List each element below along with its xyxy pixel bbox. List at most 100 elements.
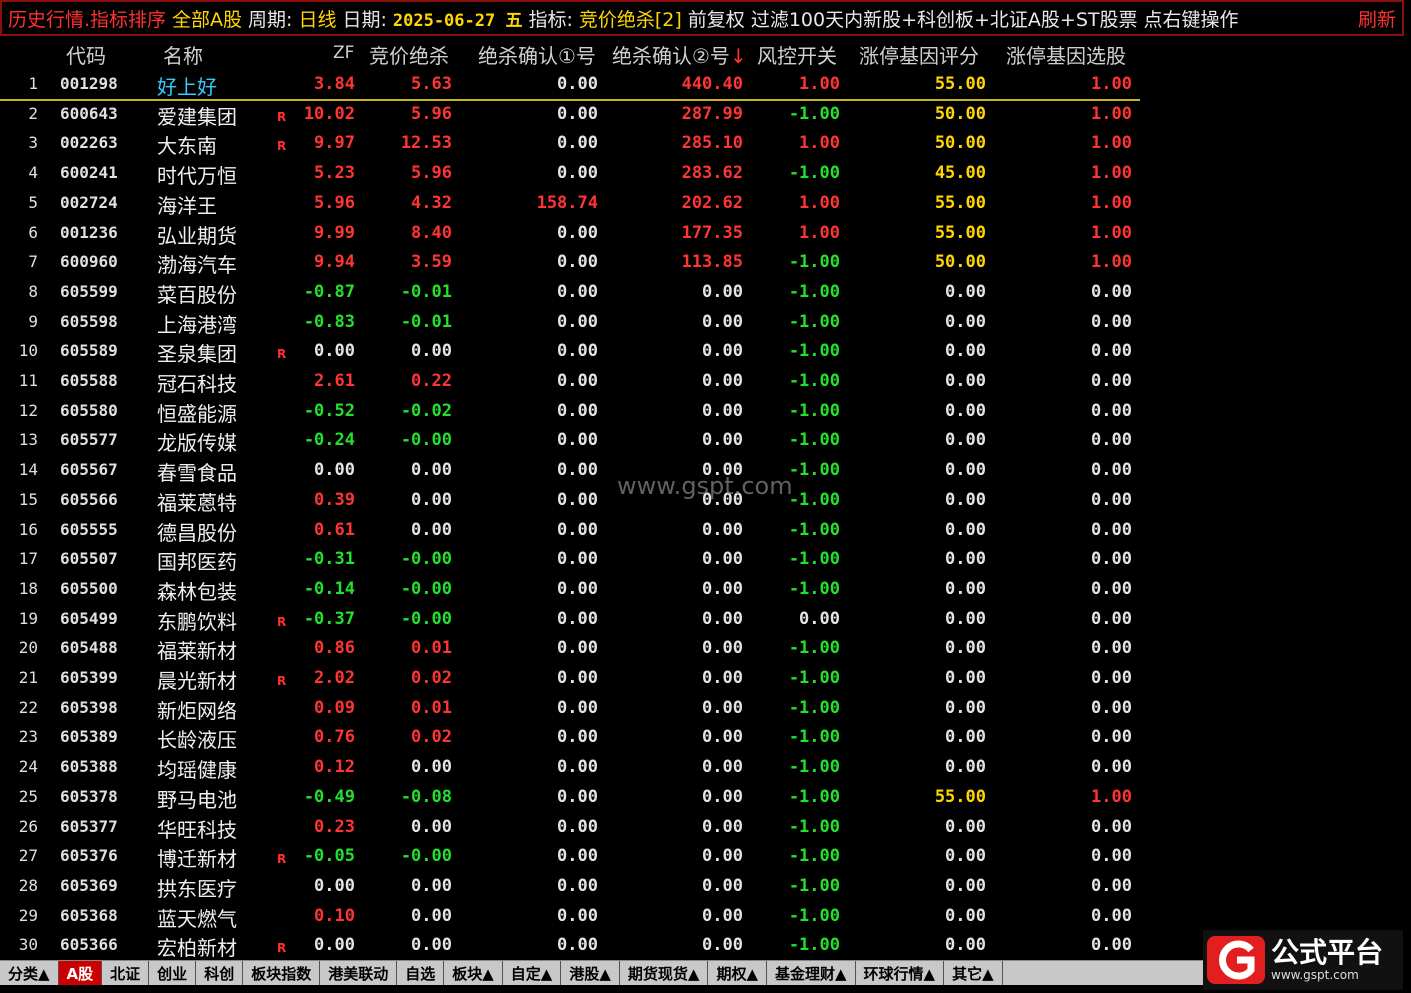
indicator-value[interactable]: 竞价绝杀[2] (579, 5, 682, 32)
risk-switch-value: -1.00 (788, 727, 840, 748)
table-row[interactable]: 19 605499 东鹏饮料 R -0.37 -0.00 0.00 0.00 0.00 0.00 0… (0, 605, 1140, 634)
table-row[interactable]: 29 605368 蓝天燃气 0.10 0.00 0.00 0.00 -1.00 0.00 0.0… (0, 902, 1140, 931)
table-row[interactable]: 12 605580 恒盛能源 -0.52 -0.02 0.00 0.00 -1.00 0.00 0… (0, 397, 1140, 426)
table-row[interactable]: 27 605376 博迁新材 R -0.05 -0.00 0.00 0.00 -1.00 0.00… (0, 842, 1140, 871)
row-index: 19 (18, 608, 38, 628)
col-name[interactable]: 名称 (163, 40, 203, 69)
table-row[interactable]: 25 605378 野马电池 -0.49 -0.08 0.00 0.00 -1.00 55.00… (0, 783, 1140, 812)
tab-7[interactable]: 自选 (397, 961, 445, 985)
jingjia-value: 0.00 (411, 341, 452, 362)
confirm-1-value: 0.00 (557, 935, 598, 956)
table-row[interactable]: 17 605507 国邦医药 -0.31 -0.00 0.00 0.00 -1.00 0.00 0… (0, 545, 1140, 574)
gene-score-value: 45.00 (934, 163, 986, 184)
period-label: 周期: (248, 8, 293, 31)
tab-0[interactable]: 分类▲ (0, 961, 59, 985)
risk-switch-value: -1.00 (788, 371, 840, 391)
table-row[interactable]: 1 001298 好上好 3.84 5.63 0.00 440.40 1.00 55.00 1.0… (0, 70, 1140, 101)
stock-name: 东鹏饮料 (157, 609, 237, 634)
tab-3[interactable]: 创业 (149, 961, 197, 985)
table-row[interactable]: 5 002724 海洋王 5.96 4.32 158.74 202.62 1.00 55.00 1… (0, 189, 1140, 218)
jingjia-value: 5.96 (411, 103, 452, 124)
tab-4[interactable]: 科创 (196, 961, 244, 985)
margin-flag: R (277, 941, 287, 956)
tab-12[interactable]: 期权▲ (708, 961, 767, 985)
tab-11[interactable]: 期货现货▲ (619, 961, 709, 985)
confirm-2-value: 0.00 (702, 549, 743, 570)
col-gene-score[interactable]: 涨停基因评分 (859, 40, 979, 69)
table-row[interactable]: 2 600643 爱建集团 R 10.02 5.96 0.00 287.99 -1.00 50.0… (0, 100, 1140, 129)
zf-value: 0.39 (314, 489, 355, 510)
tab-13[interactable]: 基金理财▲ (766, 961, 856, 985)
col-confirm-1[interactable]: 绝杀确认①号 (478, 40, 596, 69)
col-code[interactable]: 代码 (66, 40, 106, 69)
table-row[interactable]: 22 605398 新炬网络 0.09 0.01 0.00 0.00 -1.00 0.00 0.0… (0, 694, 1140, 723)
row-index: 4 (28, 163, 38, 183)
gene-pick-value: 0.00 (1091, 430, 1132, 451)
table-row[interactable]: 8 605599 菜百股份 -0.87 -0.01 0.00 0.00 -1.00 0.00 0.… (0, 278, 1140, 307)
col-confirm-2[interactable]: 绝杀确认②号↓ (612, 40, 747, 69)
tab-6[interactable]: 港美联动 (320, 961, 398, 985)
table-row[interactable]: 26 605377 华旺科技 0.23 0.00 0.00 0.00 -1.00 0.00 0.0… (0, 813, 1140, 842)
confirm-1-value: 0.00 (557, 905, 598, 926)
filter-text[interactable]: 过滤100天内新股+科创板+北证A股+ST股票 (751, 5, 1138, 32)
table-row[interactable]: 4 600241 时代万恒 5.23 5.96 0.00 283.62 -1.00 45.00 1… (0, 159, 1140, 188)
col-gene-pick[interactable]: 涨停基因选股 (1006, 40, 1126, 69)
gene-pick-value: 1.00 (1091, 252, 1132, 273)
table-row[interactable]: 16 605555 德昌股份 0.61 0.00 0.00 0.00 -1.00 0.00 0.0… (0, 516, 1140, 545)
tab-2[interactable]: 北证 (102, 961, 150, 985)
table-row[interactable]: 30 605366 宏柏新材 R 0.00 0.00 0.00 0.00 -1.00 0.00 0.… (0, 931, 1140, 960)
refresh-button[interactable]: 刷新 (1358, 5, 1396, 32)
stock-name: 圣泉集团 (157, 342, 237, 367)
tab-9[interactable]: 自定▲ (502, 961, 562, 985)
site-logo: 公式平台 www.gspt.com (1203, 930, 1403, 990)
risk-switch-value: -1.00 (788, 549, 840, 570)
gene-pick-value: 0.00 (1091, 935, 1132, 956)
table-row[interactable]: 18 605500 森林包装 -0.14 -0.00 0.00 0.00 -1.00 0.00 0… (0, 575, 1140, 604)
table-row[interactable]: 3 002263 大东南 R 9.97 12.53 0.00 285.10 1.00 50.00 1… (0, 129, 1140, 158)
table-row[interactable]: 23 605389 长龄液压 0.76 0.02 0.00 0.00 -1.00 0.00 0.0… (0, 723, 1140, 752)
table-row[interactable]: 13 605577 龙版传媒 -0.24 -0.00 0.00 0.00 -1.00 0.00 0… (0, 426, 1140, 455)
col-risk-switch[interactable]: 风控开关 (757, 40, 837, 69)
gene-pick-value: 1.00 (1091, 222, 1132, 243)
market-selector[interactable]: 全部A股 (172, 5, 242, 32)
table-row[interactable]: 24 605388 均瑶健康 0.12 0.00 0.00 0.00 -1.00 0.00 0.0… (0, 753, 1140, 782)
table-row[interactable]: 10 605589 圣泉集团 R 0.00 0.00 0.00 0.00 -1.00 0.00 0.… (0, 337, 1140, 366)
row-index: 2 (28, 103, 38, 123)
gene-pick-value: 0.00 (1091, 578, 1132, 599)
col-zf[interactable]: ZF (333, 43, 354, 63)
date-value[interactable]: 2025-06-27 五 (393, 6, 523, 31)
period-value[interactable]: 日线 (298, 5, 336, 32)
col-jingjia[interactable]: 竞价绝杀 (369, 40, 449, 69)
table-row[interactable]: 14 605567 春雪食品 0.00 0.00 0.00 0.00 -1.00 0.00 0.0… (0, 456, 1140, 485)
table-row[interactable]: 7 600960 渤海汽车 9.94 3.59 0.00 113.85 -1.00 50.00 1… (0, 248, 1140, 277)
tab-1[interactable]: A股 (58, 961, 103, 985)
confirm-1-value: 0.00 (557, 222, 598, 243)
gene-score-value: 0.00 (945, 400, 986, 421)
tab-10[interactable]: 港股▲ (561, 961, 620, 985)
risk-switch-value: -1.00 (788, 846, 840, 867)
table-row[interactable]: 28 605369 拱东医疗 0.00 0.00 0.00 0.00 -1.00 0.00 0.0… (0, 872, 1140, 901)
table-row[interactable]: 20 605488 福莱新材 0.86 0.01 0.00 0.00 -1.00 0.00 0.0… (0, 634, 1140, 663)
confirm-2-value: 177.35 (681, 222, 743, 243)
confirm-2-value: 0.00 (702, 935, 743, 956)
tab-14[interactable]: 环球行情▲ (855, 961, 945, 985)
table-row[interactable]: 21 605399 晨光新材 R 2.02 0.02 0.00 0.00 -1.00 0.00 0.… (0, 664, 1140, 693)
confirm-1-value: 0.00 (557, 846, 598, 867)
table-row[interactable]: 6 001236 弘业期货 9.99 8.40 0.00 177.35 1.00 55.00 1.… (0, 219, 1140, 248)
logo-g-icon (1207, 936, 1265, 984)
table-row[interactable]: 11 605588 冠石科技 2.61 0.22 0.00 0.00 -1.00 0.00 0.0… (0, 367, 1140, 396)
adjust-mode[interactable]: 前复权 (688, 5, 745, 32)
stock-code: 600643 (60, 103, 118, 123)
risk-switch-value: -1.00 (788, 935, 840, 956)
confirm-1-value: 0.00 (557, 668, 598, 688)
tab-5[interactable]: 板块指数 (243, 961, 321, 985)
date-label: 日期: (342, 8, 387, 31)
table-row[interactable]: 9 605598 上海港湾 -0.83 -0.01 0.00 0.00 -1.00 0.00 0.… (0, 308, 1140, 337)
stock-code: 605507 (60, 549, 118, 569)
tab-8[interactable]: 板块▲ (444, 961, 503, 985)
row-index: 7 (28, 252, 38, 272)
table-row[interactable]: 15 605566 福莱蒽特 0.39 0.00 0.00 0.00 -1.00 0.00 0.0… (0, 486, 1140, 515)
stock-name: 大东南 (157, 134, 217, 159)
jingjia-value: 0.02 (411, 668, 452, 688)
tab-15[interactable]: 其它▲ (944, 961, 1003, 985)
